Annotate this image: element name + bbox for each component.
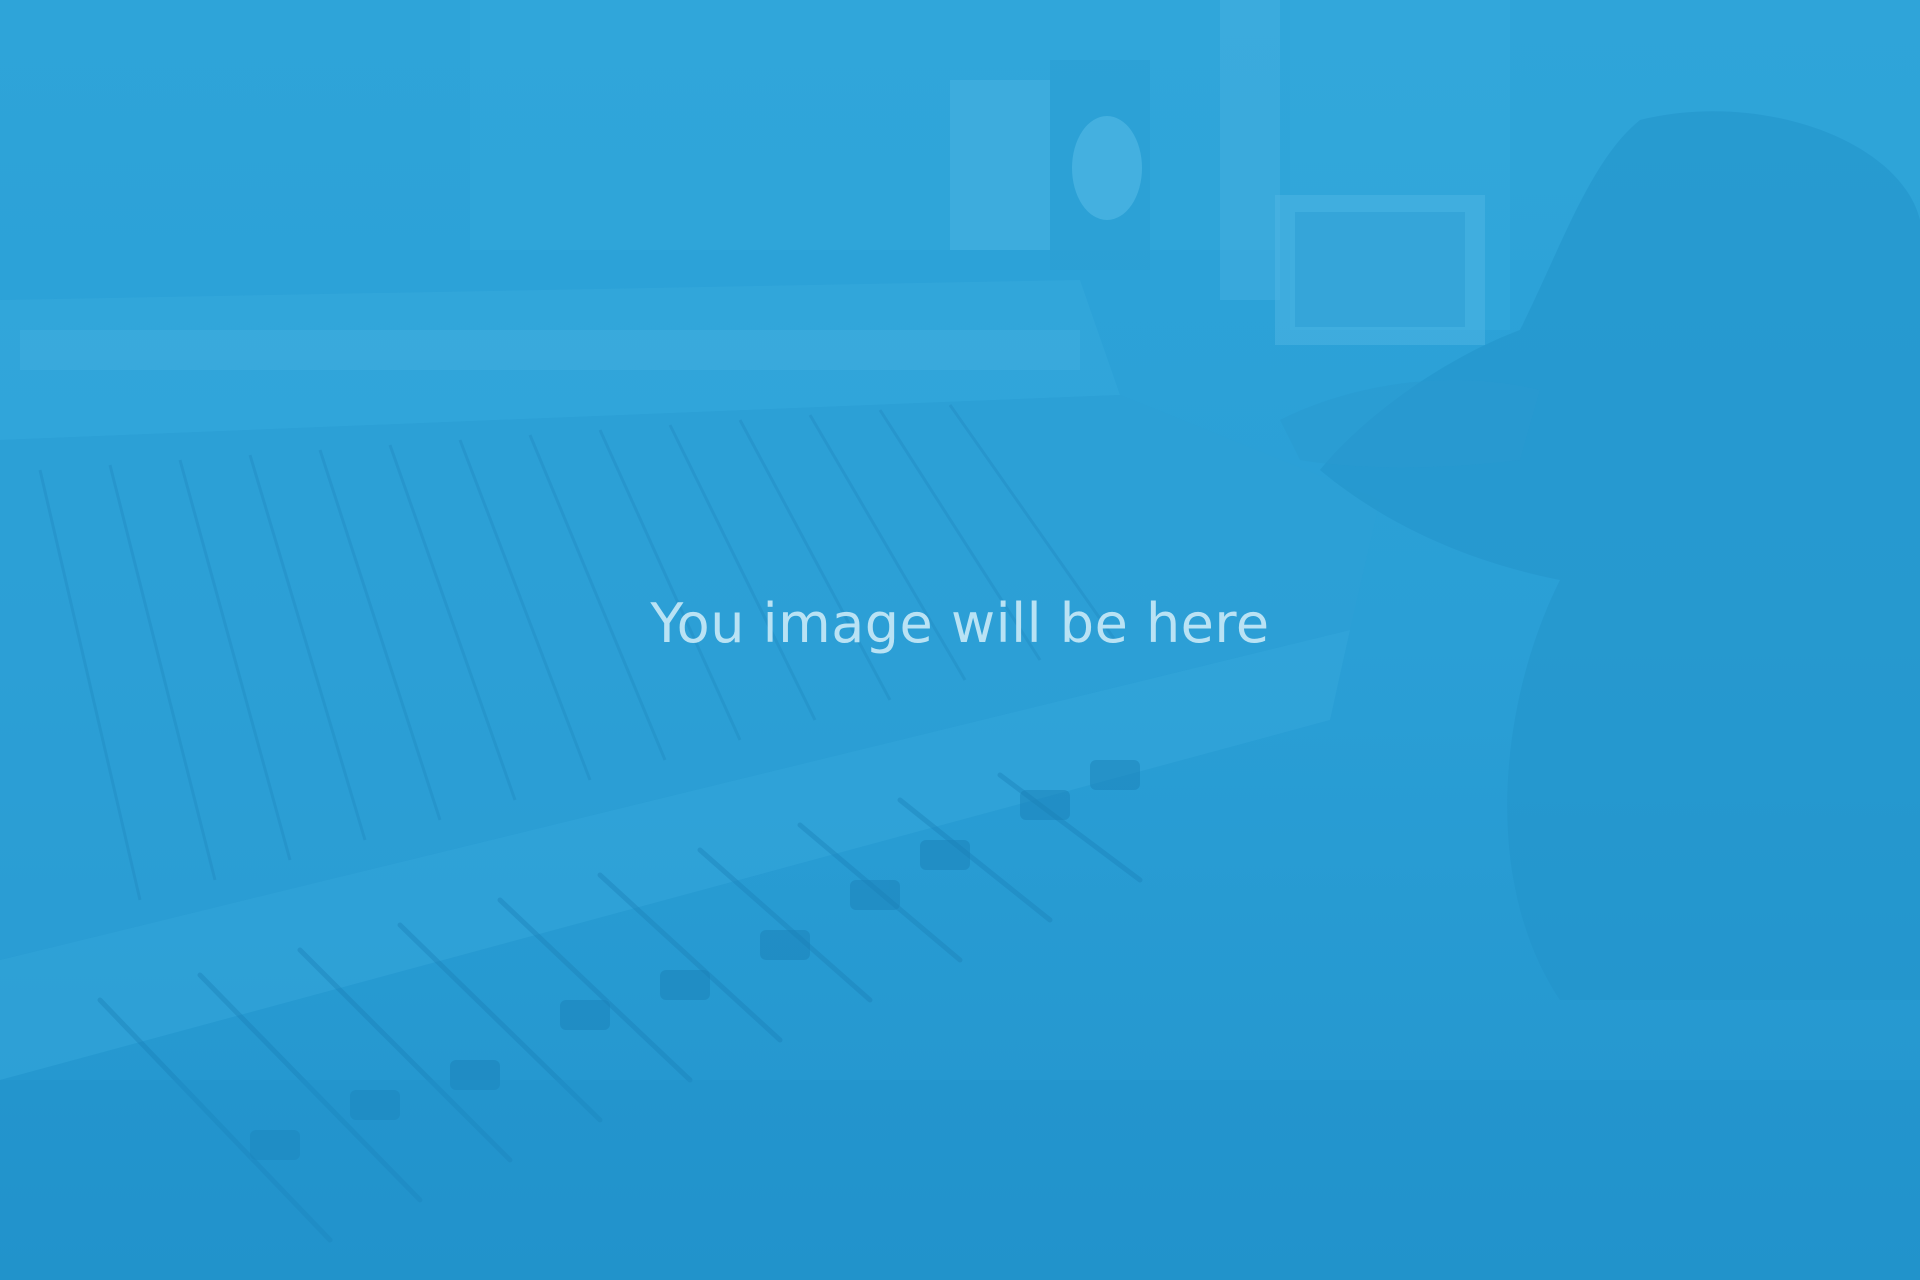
placeholder-caption: You image will be here xyxy=(650,592,1270,655)
image-placeholder: You image will be here xyxy=(0,0,1920,1280)
